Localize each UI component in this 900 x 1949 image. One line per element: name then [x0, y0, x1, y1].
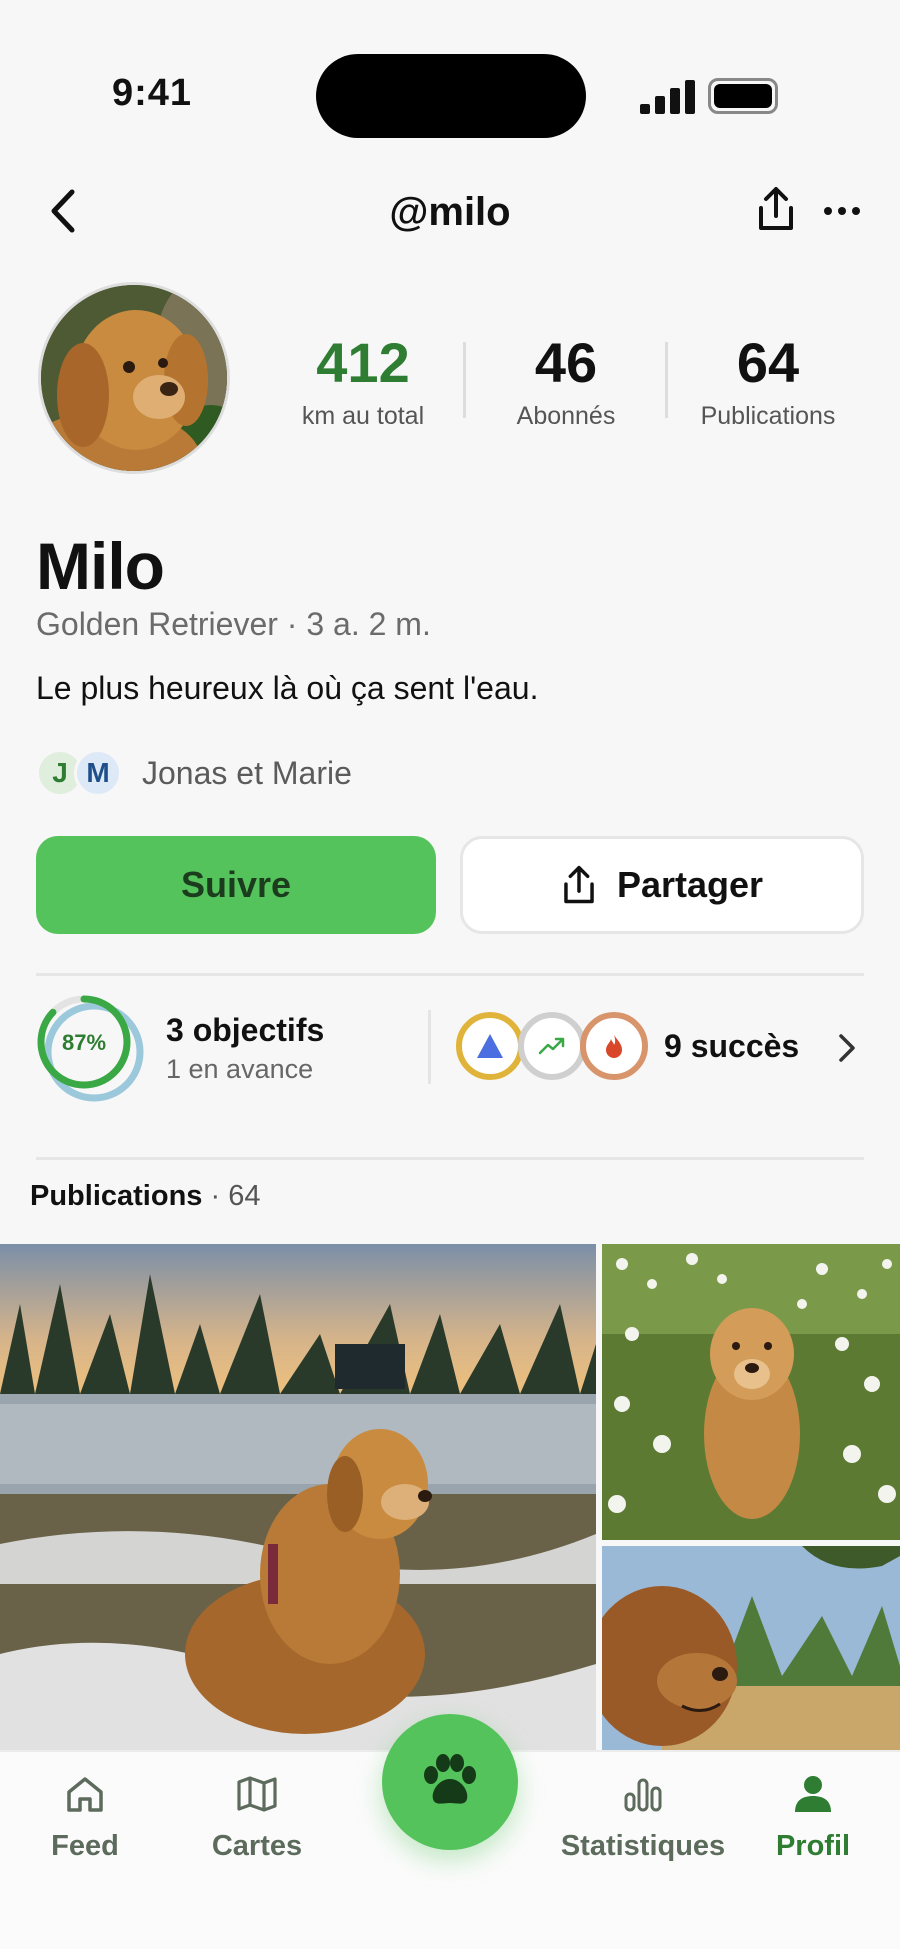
- follow-button[interactable]: Suivre: [36, 836, 436, 934]
- mountain-badge-icon: [456, 1012, 524, 1080]
- tab-label: Statistiques: [560, 1830, 726, 1862]
- stat-label: Abonnés: [516, 402, 616, 430]
- share-icon: [564, 865, 594, 904]
- publication-photo[interactable]: [0, 1244, 596, 1750]
- achievements-label[interactable]: 9 succès: [664, 1028, 799, 1065]
- paw-icon: [424, 1754, 476, 1804]
- stat-followers[interactable]: 46 Abonnés: [466, 330, 666, 431]
- vertical-divider: [428, 1010, 431, 1084]
- publications-heading: Publications · 64: [30, 1180, 260, 1213]
- map-icon: [237, 1776, 277, 1812]
- goals-progress-ring[interactable]: 87%: [34, 992, 146, 1104]
- home-icon: [67, 1777, 103, 1812]
- tab-maps[interactable]: Cartes: [172, 1772, 342, 1863]
- battery-icon: [708, 78, 778, 114]
- achievement-badges[interactable]: [456, 1012, 648, 1080]
- stat-label: Publications: [700, 402, 836, 430]
- owners-label: Jonas et Marie: [142, 754, 352, 791]
- share-button-label: Partager: [616, 864, 764, 905]
- share-button[interactable]: Partager: [460, 836, 864, 934]
- owners[interactable]: J M Jonas et Marie: [36, 748, 352, 798]
- stat-value: 412: [316, 331, 410, 394]
- profile-breed: Golden Retriever · 3 a. 2 m.: [36, 606, 431, 642]
- publication-photo[interactable]: [602, 1244, 900, 1540]
- dog-lake-photo: [0, 1244, 596, 1750]
- paw-action-button[interactable]: [382, 1714, 518, 1850]
- goals-subtitle: 1 en avance: [166, 1054, 314, 1084]
- publications-count: · 64: [210, 1180, 261, 1212]
- owner-avatar: M: [74, 749, 122, 797]
- stat-label: km au total: [301, 402, 425, 430]
- stat-publications[interactable]: 64 Publications: [668, 330, 868, 431]
- goals-percent: 87%: [62, 1030, 106, 1055]
- stat-value: 46: [534, 331, 598, 394]
- bar-chart-icon: [624, 1778, 662, 1812]
- profile-bio: Le plus heureux là où ça sent l'eau.: [36, 670, 539, 706]
- trend-up-badge-icon: [518, 1012, 586, 1080]
- dog-forest-photo: [602, 1546, 900, 1750]
- person-icon: [795, 1776, 831, 1812]
- stat-value: 64: [736, 331, 800, 394]
- goals-title[interactable]: 3 objectifs: [166, 1012, 324, 1049]
- cellular-signal-icon: [640, 80, 695, 114]
- chevron-right-icon[interactable]: [836, 1032, 858, 1064]
- tab-feed[interactable]: Feed: [0, 1772, 170, 1863]
- avatar[interactable]: [38, 282, 230, 474]
- publication-photo[interactable]: [602, 1546, 900, 1750]
- tab-label: Profil: [775, 1830, 851, 1862]
- flame-badge-icon: [580, 1012, 648, 1080]
- divider: [36, 973, 864, 976]
- share-icon[interactable]: [756, 186, 796, 232]
- dynamic-island: [316, 54, 586, 138]
- tab-label: Cartes: [211, 1830, 303, 1862]
- dog-meadow-photo: [602, 1244, 900, 1540]
- status-time: 9:41: [112, 72, 193, 114]
- stat-distance: 412 km au total: [263, 330, 463, 431]
- profile-name: Milo: [36, 529, 165, 603]
- tab-label: Feed: [51, 1830, 119, 1862]
- dog-portrait-image: [41, 285, 227, 471]
- publications-title: Publications: [30, 1180, 203, 1212]
- divider: [36, 1157, 864, 1160]
- status-bar: 9:41: [0, 0, 900, 190]
- tab-profile[interactable]: Profil: [728, 1772, 898, 1863]
- more-options-icon[interactable]: [822, 196, 862, 226]
- tab-statistics[interactable]: Statistiques: [558, 1772, 728, 1863]
